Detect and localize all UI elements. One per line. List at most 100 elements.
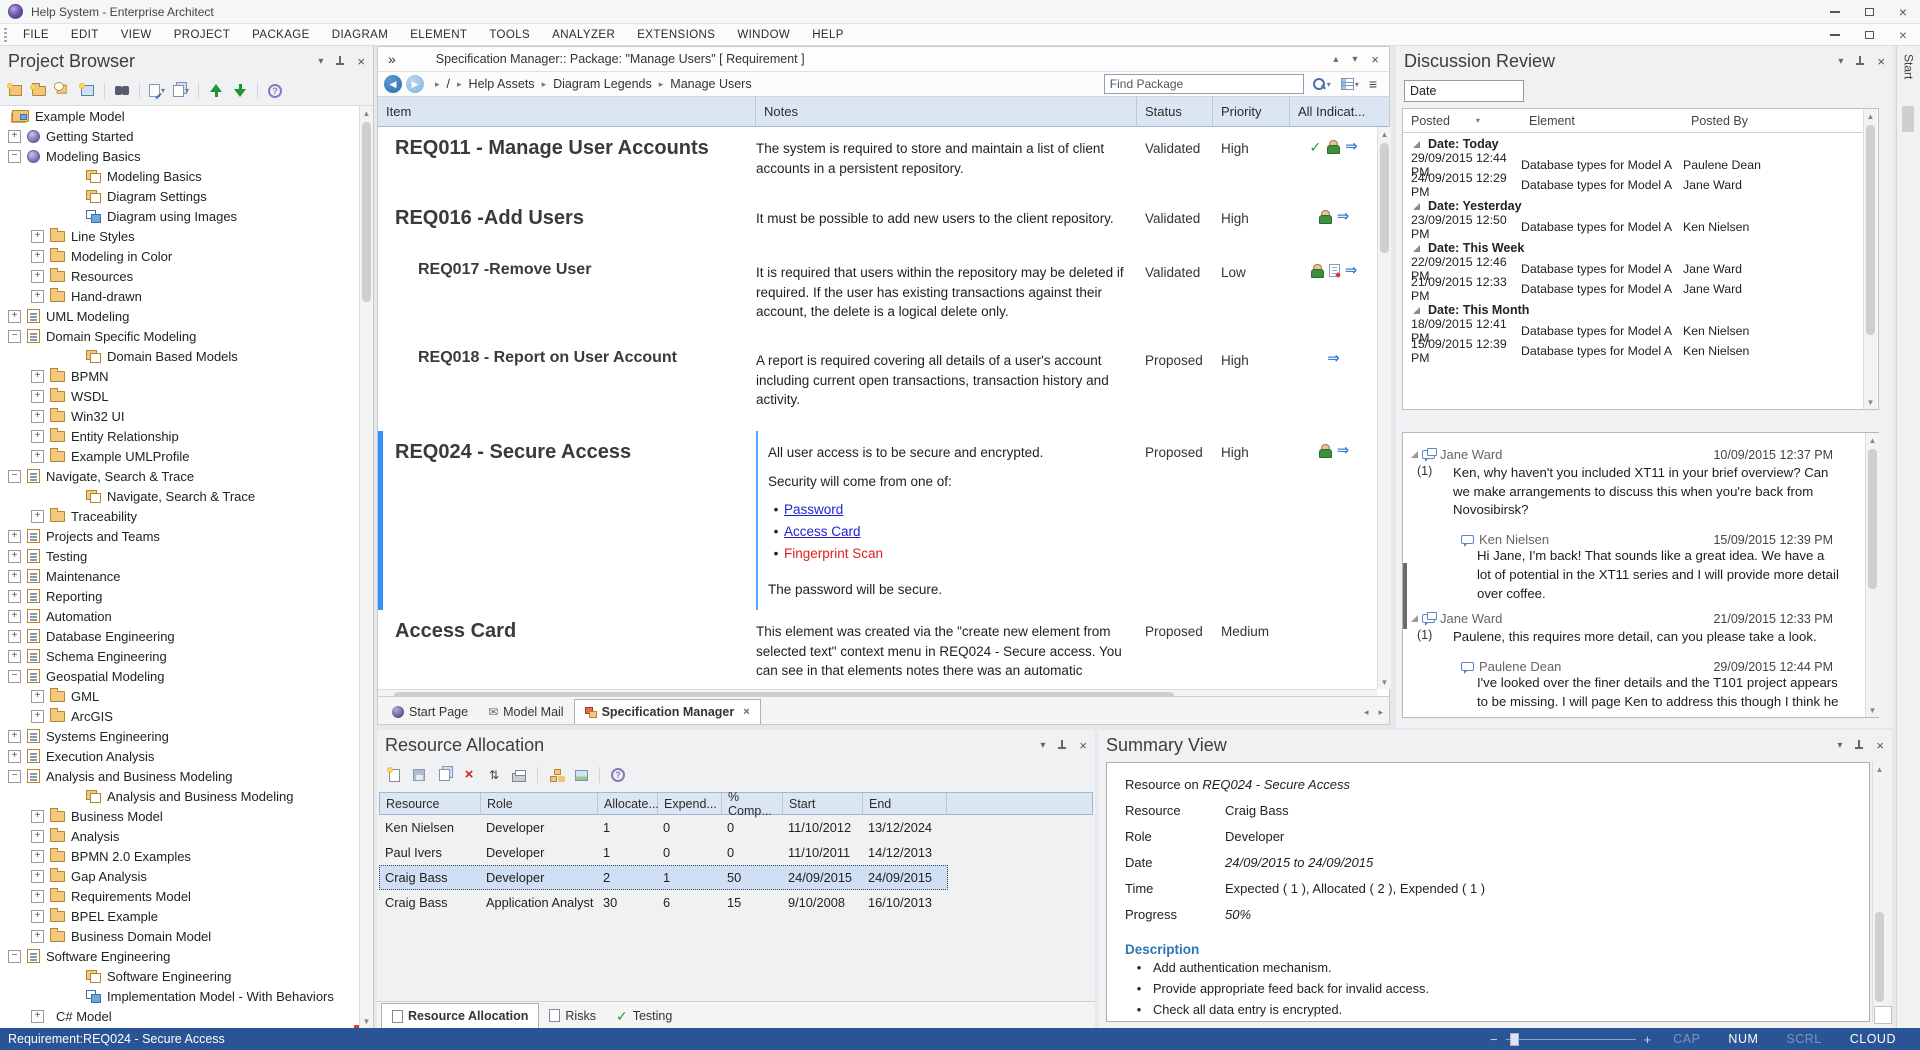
image-button[interactable] bbox=[572, 766, 590, 784]
column-header-posted-by[interactable]: Posted By bbox=[1683, 114, 1862, 128]
sort-button[interactable]: ⇅ bbox=[485, 766, 503, 784]
tree-item[interactable]: +Requirements Model bbox=[0, 886, 359, 906]
menu-analyzer[interactable]: ANALYZER bbox=[541, 24, 626, 46]
discussion-row[interactable]: 24/09/2015 12:29 PMDatabase types for Mo… bbox=[1403, 175, 1862, 195]
collapse-icon[interactable]: − bbox=[8, 670, 21, 683]
discussion-row[interactable]: 23/09/2015 12:50 PMDatabase types for Mo… bbox=[1403, 217, 1862, 237]
tab-risks[interactable]: Risks bbox=[539, 1003, 606, 1028]
resource-column-2[interactable]: Allocate... bbox=[598, 793, 658, 814]
collapse-icon[interactable]: − bbox=[8, 770, 21, 783]
mdi-restore-button[interactable] bbox=[1852, 26, 1886, 44]
menu-diagram[interactable]: DIAGRAM bbox=[321, 24, 399, 46]
thread-collapse-icon[interactable] bbox=[1411, 451, 1418, 458]
side-strip-thumb[interactable] bbox=[1902, 106, 1914, 132]
expand-icon[interactable]: + bbox=[8, 610, 21, 623]
panel-menu-icon[interactable]: ▾ bbox=[1838, 56, 1843, 67]
expand-icon[interactable]: + bbox=[8, 130, 21, 143]
panel-menu-icon[interactable]: ▾ bbox=[318, 56, 323, 67]
tree-item[interactable]: +Hand-drawn bbox=[0, 286, 359, 306]
tree-item[interactable]: +Traceability bbox=[0, 506, 359, 526]
status-toggle-cloud[interactable]: CLOUD bbox=[1836, 1032, 1910, 1046]
expand-icon[interactable]: + bbox=[8, 730, 21, 743]
panel-close-icon[interactable]: × bbox=[357, 54, 365, 69]
spec-row[interactable]: REQ016 -Add UsersIt must be possible to … bbox=[378, 197, 1377, 251]
expand-icon[interactable]: + bbox=[31, 1010, 44, 1023]
hamburger-menu-icon[interactable]: ≡ bbox=[1369, 76, 1377, 92]
expand-icon[interactable]: + bbox=[31, 910, 44, 923]
tab-left-icon[interactable]: ◂ bbox=[1364, 707, 1369, 718]
new-package-button[interactable] bbox=[6, 82, 24, 100]
edit-note-button[interactable]: ▾ bbox=[148, 82, 166, 100]
zoom-slider[interactable] bbox=[1506, 1039, 1636, 1040]
spec-row[interactable]: REQ018 - Report on User AccountA report … bbox=[378, 339, 1377, 431]
tree-item[interactable]: +Win32 UI bbox=[0, 406, 359, 426]
breadcrumb-item[interactable]: / bbox=[447, 77, 450, 91]
tree-item[interactable]: Domain Based Models bbox=[0, 346, 359, 366]
spec-row[interactable]: Access CardThis element was created via … bbox=[378, 610, 1377, 689]
new-item-button[interactable] bbox=[385, 766, 403, 784]
menu-window[interactable]: WINDOW bbox=[726, 24, 801, 46]
copy-button[interactable]: ▾ bbox=[172, 82, 190, 100]
expand-icon[interactable]: + bbox=[8, 570, 21, 583]
tree-item[interactable]: +Testing bbox=[0, 546, 359, 566]
expand-icon[interactable]: + bbox=[31, 270, 44, 283]
tree-item[interactable]: +Analysis bbox=[0, 826, 359, 846]
resource-column-3[interactable]: Expend... bbox=[658, 793, 722, 814]
resource-row[interactable]: Craig BassDeveloper215024/09/201524/09/2… bbox=[379, 865, 948, 890]
tree-item[interactable]: +Automation bbox=[0, 606, 359, 626]
pin-icon[interactable] bbox=[1854, 740, 1864, 751]
resource-row[interactable]: Craig BassApplication Analyst306159/10/2… bbox=[379, 890, 1093, 915]
menu-project[interactable]: PROJECT bbox=[163, 24, 241, 46]
new-element-button[interactable] bbox=[78, 82, 96, 100]
tree-item[interactable]: −Domain Specific Modeling bbox=[0, 326, 359, 346]
tree-item[interactable]: +Maintenance bbox=[0, 566, 359, 586]
column-header-element[interactable]: Element bbox=[1521, 114, 1683, 128]
expand-icon[interactable]: + bbox=[31, 230, 44, 243]
reply-header[interactable]: Ken Nielsen15/09/2015 12:39 PM bbox=[1461, 532, 1859, 547]
new-folder-button[interactable] bbox=[30, 82, 48, 100]
pin-icon[interactable] bbox=[1855, 56, 1865, 67]
zoom-slider-thumb[interactable] bbox=[1510, 1033, 1519, 1046]
discussion-row[interactable]: 21/09/2015 12:33 PMDatabase types for Mo… bbox=[1403, 279, 1862, 299]
resource-row[interactable]: Paul IversDeveloper10011/10/201114/12/20… bbox=[379, 840, 1093, 865]
breadcrumb-item[interactable]: Diagram Legends bbox=[553, 77, 652, 91]
panel-close-icon[interactable]: × bbox=[1877, 54, 1885, 69]
tree-item[interactable]: +Business Domain Model bbox=[0, 926, 359, 946]
expand-icon[interactable]: + bbox=[31, 410, 44, 423]
expand-icon[interactable]: + bbox=[31, 710, 44, 723]
tree-item[interactable]: Implementation Model - With Behaviors bbox=[0, 986, 359, 1006]
panel-close-icon[interactable]: × bbox=[1079, 738, 1087, 753]
discussion-filter-input[interactable]: Date bbox=[1404, 80, 1524, 102]
project-tree-scrollbar[interactable]: ▲ ▼ bbox=[359, 106, 373, 1028]
menu-package[interactable]: PACKAGE bbox=[241, 24, 321, 46]
group-collapse-icon[interactable] bbox=[1413, 141, 1420, 148]
tree-item[interactable]: +Line Styles bbox=[0, 226, 359, 246]
tree-item[interactable]: +Getting Started bbox=[0, 126, 359, 146]
group-collapse-icon[interactable] bbox=[1413, 245, 1420, 252]
chevron-expand-icon[interactable]: » bbox=[388, 51, 396, 67]
spec-vertical-scrollbar[interactable]: ▲ ▼ bbox=[1377, 127, 1391, 689]
resource-column-5[interactable]: Start bbox=[783, 793, 863, 814]
expand-icon[interactable]: + bbox=[31, 850, 44, 863]
summary-scrollbar[interactable]: ▲ ▼ bbox=[1872, 762, 1886, 1022]
collapse-icon[interactable]: − bbox=[8, 330, 21, 343]
tree-item[interactable]: +Gap Analysis bbox=[0, 866, 359, 886]
resource-column-6[interactable]: End bbox=[863, 793, 947, 814]
minimize-button[interactable] bbox=[1818, 2, 1852, 22]
tree-item[interactable]: −Geospatial Modeling bbox=[0, 666, 359, 686]
panel-menu-icon[interactable]: ▾ bbox=[1837, 740, 1842, 751]
spec-row[interactable]: REQ017 -Remove UserIt is required that u… bbox=[378, 251, 1377, 339]
resource-column-1[interactable]: Role bbox=[481, 793, 598, 814]
tree-item[interactable]: +WSDL bbox=[0, 386, 359, 406]
tree-item[interactable]: Diagram Settings bbox=[0, 186, 359, 206]
tree-item[interactable]: Example Model bbox=[0, 106, 359, 126]
tree-item[interactable]: +ArcGIS bbox=[0, 706, 359, 726]
tab-specification-manager[interactable]: Specification Manager× bbox=[574, 699, 761, 724]
pin-icon[interactable] bbox=[335, 56, 345, 67]
expand-icon[interactable]: + bbox=[8, 590, 21, 603]
expand-icon[interactable]: + bbox=[31, 830, 44, 843]
tree-item[interactable]: Analysis and Business Modeling bbox=[0, 786, 359, 806]
thread-header[interactable]: Jane Ward21/09/2015 12:33 PM bbox=[1409, 611, 1859, 626]
thread-header[interactable]: Jane Ward10/09/2015 12:37 PM bbox=[1409, 447, 1859, 462]
expand-icon[interactable]: + bbox=[31, 390, 44, 403]
